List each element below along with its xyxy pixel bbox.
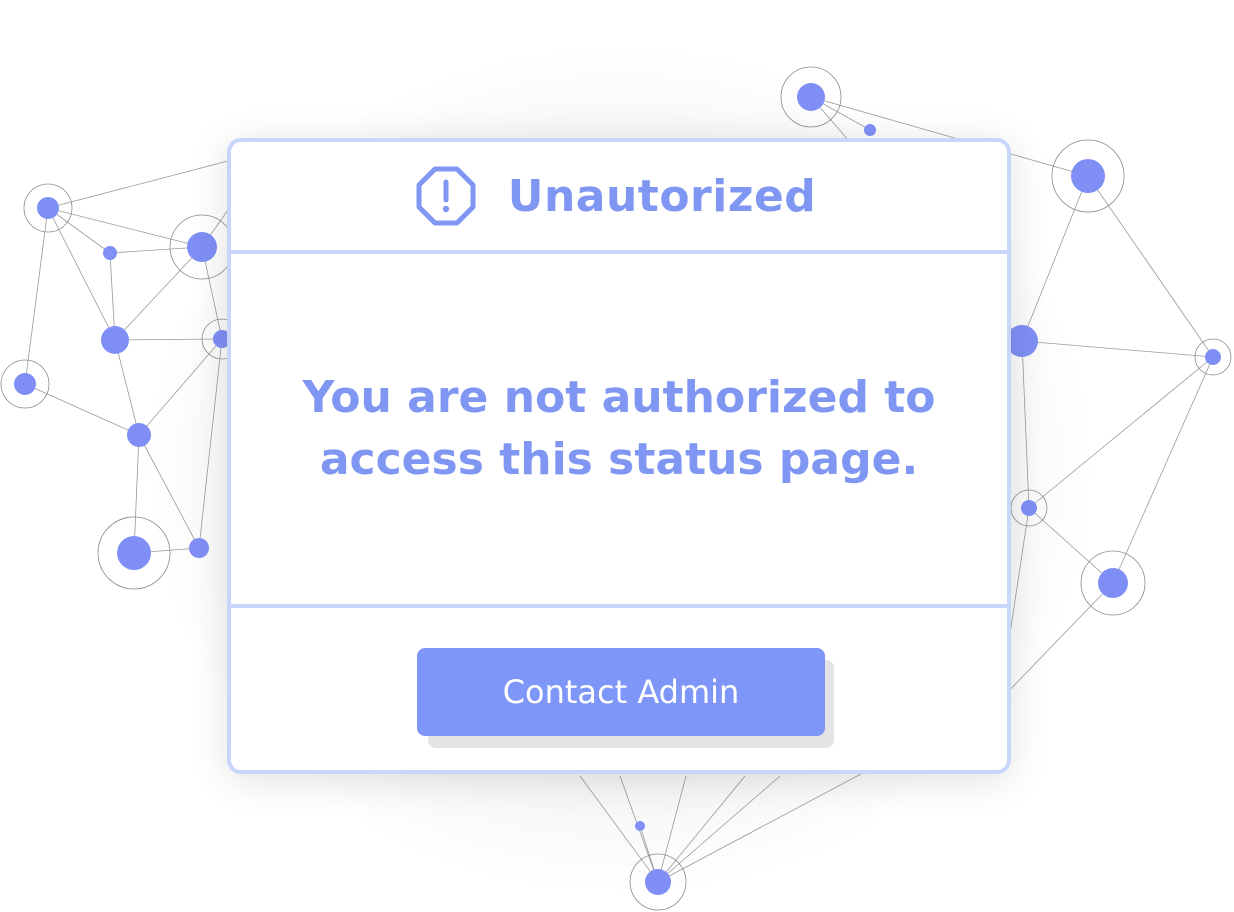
contact-admin-button[interactable]: Contact Admin bbox=[417, 648, 825, 736]
network-edge bbox=[198, 338, 223, 549]
network-edge bbox=[114, 246, 203, 341]
network-edge bbox=[657, 775, 746, 883]
network-edge bbox=[24, 207, 49, 385]
network-node bbox=[189, 538, 209, 558]
network-node bbox=[1098, 568, 1128, 598]
network-node bbox=[37, 197, 59, 219]
network-edge bbox=[1021, 175, 1089, 342]
network-edge bbox=[138, 434, 200, 549]
dialog-header: Unautorized bbox=[231, 142, 1007, 254]
alert-octagon-icon bbox=[416, 166, 476, 226]
network-node bbox=[127, 423, 151, 447]
network-edge bbox=[1087, 175, 1214, 358]
network-edge bbox=[579, 775, 659, 883]
dialog-title: Unautorized bbox=[507, 170, 817, 222]
network-edge bbox=[1021, 340, 1030, 509]
network-node bbox=[117, 536, 151, 570]
dialog-message: You are not authorized to access this st… bbox=[302, 372, 936, 485]
network-edge bbox=[1021, 340, 1214, 358]
network-node bbox=[864, 124, 876, 136]
network-node bbox=[101, 326, 129, 354]
network-edge bbox=[999, 582, 1114, 701]
dialog-footer: Contact Admin bbox=[231, 608, 1007, 770]
dialog-body: You are not authorized to access this st… bbox=[231, 254, 1007, 608]
network-edge bbox=[114, 339, 140, 436]
network-edge bbox=[1112, 356, 1214, 584]
unauthorized-dialog: Unautorized You are not authorized to ac… bbox=[227, 138, 1011, 774]
network-node bbox=[187, 232, 217, 262]
network-edge bbox=[47, 207, 116, 341]
network-edge bbox=[133, 434, 140, 554]
network-edge bbox=[1028, 356, 1214, 509]
network-edge bbox=[138, 338, 223, 436]
network-edge bbox=[657, 775, 687, 883]
network-edge bbox=[24, 383, 140, 436]
network-edge bbox=[114, 338, 223, 341]
network-node bbox=[635, 821, 645, 831]
network-node bbox=[1205, 349, 1221, 365]
network-node bbox=[1021, 500, 1037, 516]
network-node bbox=[645, 869, 671, 895]
network-edge bbox=[657, 775, 781, 883]
network-node bbox=[14, 373, 36, 395]
network-node bbox=[1071, 159, 1105, 193]
network-node bbox=[103, 246, 117, 260]
network-edge bbox=[1028, 507, 1114, 584]
network-node bbox=[797, 83, 825, 111]
